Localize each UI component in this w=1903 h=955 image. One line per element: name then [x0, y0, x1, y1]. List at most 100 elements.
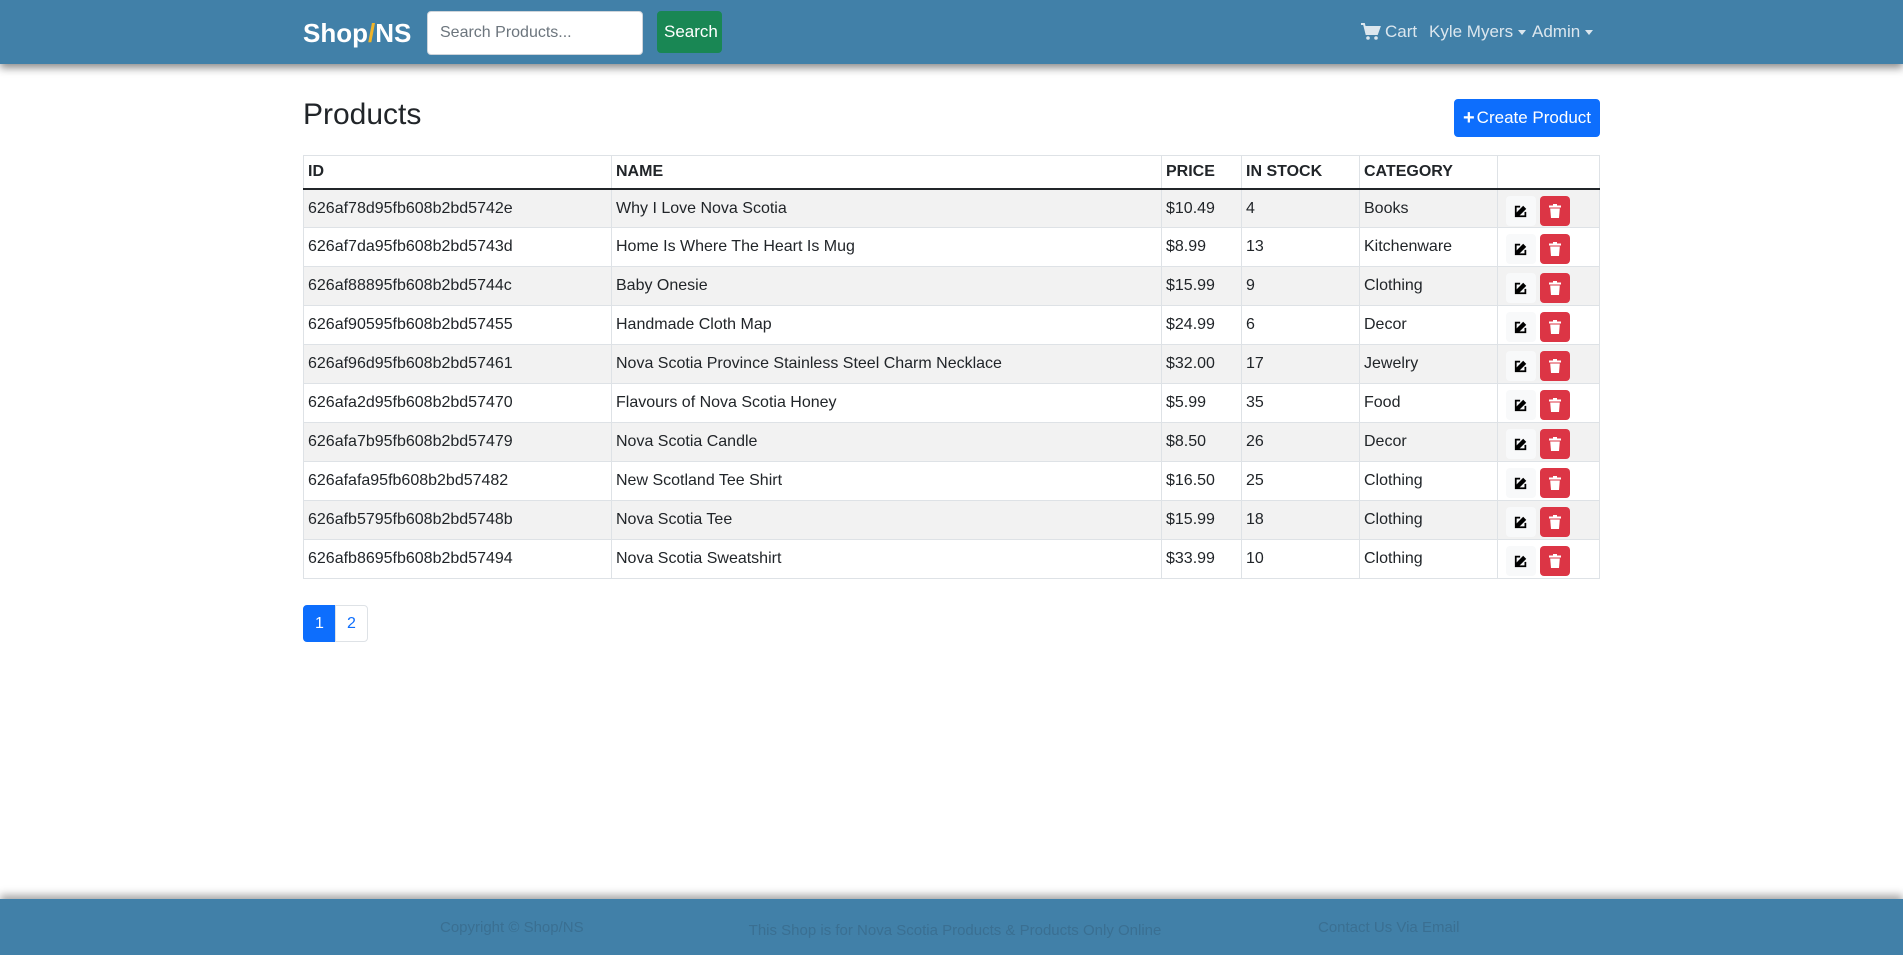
admin-label: Admin: [1532, 22, 1581, 41]
edit-icon: [1514, 360, 1527, 373]
brand-suffix: NS: [375, 18, 412, 48]
footer-copyright: Copyright © Shop/NS: [440, 919, 584, 936]
delete-button[interactable]: [1540, 429, 1570, 459]
delete-button[interactable]: [1540, 195, 1570, 226]
table-row: 626afa2d95fb608b2bd57470 Flavours of Nova…: [303, 383, 1600, 423]
column-header-name: NAME: [611, 155, 1162, 190]
cart-link[interactable]: Cart: [1361, 22, 1417, 42]
cell-category: Jewelry: [1359, 344, 1498, 384]
cell-category: Kitchenware: [1359, 227, 1498, 267]
brand-prefix: Shop: [303, 18, 368, 48]
cell-category: Decor: [1359, 422, 1498, 462]
cell-price: $8.99: [1161, 227, 1242, 267]
cell-name: Flavours of Nova Scotia Honey: [611, 383, 1162, 423]
trash-icon: [1549, 359, 1561, 373]
navbar: Shop/NS Search Cart Kyle Myers Admin: [0, 0, 1903, 64]
column-header-id: ID: [303, 155, 612, 190]
cell-id: 626af7da95fb608b2bd5743d: [303, 227, 612, 267]
search-input[interactable]: [427, 11, 643, 55]
edit-button[interactable]: [1506, 468, 1536, 498]
trash-icon: [1549, 203, 1561, 218]
cell-id: 626af78d95fb608b2bd5742e: [303, 188, 612, 228]
edit-button[interactable]: [1506, 390, 1536, 420]
edit-button[interactable]: [1506, 273, 1536, 303]
brand-logo[interactable]: Shop/NS: [303, 17, 411, 49]
delete-button[interactable]: [1540, 468, 1570, 498]
cell-name: Nova Scotia Province Stainless Steel Cha…: [611, 344, 1162, 384]
cell-price: $16.50: [1161, 461, 1242, 501]
table-row: 626af78d95fb608b2bd5742e Why I Love Nova …: [303, 188, 1600, 228]
cell-actions: [1497, 422, 1600, 462]
edit-button[interactable]: [1506, 429, 1536, 459]
trash-icon: [1549, 320, 1561, 334]
cell-name: Baby Onesie: [611, 266, 1162, 306]
edit-button[interactable]: [1506, 351, 1536, 381]
cart-label: Cart: [1385, 22, 1418, 41]
cell-in-stock: 6: [1241, 305, 1360, 345]
edit-icon: [1514, 555, 1527, 568]
cell-id: 626af88895fb608b2bd5744c: [303, 266, 612, 306]
create-product-label: Create Product: [1476, 108, 1592, 127]
user-label: Kyle Myers: [1429, 22, 1514, 41]
cell-id: 626afb5795fb608b2bd5748b: [303, 500, 612, 540]
cell-id: 626afa7b95fb608b2bd57479: [303, 422, 612, 462]
cell-category: Food: [1359, 383, 1498, 423]
edit-button[interactable]: [1506, 195, 1536, 226]
edit-button[interactable]: [1506, 312, 1536, 342]
footer-contact-link[interactable]: Contact Us Via Email: [1318, 919, 1459, 936]
cell-name: New Scotland Tee Shirt: [611, 461, 1162, 501]
page-link-2[interactable]: 2: [335, 605, 368, 642]
delete-button[interactable]: [1540, 351, 1570, 381]
delete-button[interactable]: [1540, 312, 1570, 342]
cell-price: $33.99: [1161, 539, 1242, 579]
cell-in-stock: 9: [1241, 266, 1360, 306]
search-button[interactable]: Search: [657, 11, 722, 53]
cell-price: $15.99: [1161, 500, 1242, 540]
cell-actions: [1497, 539, 1600, 579]
user-dropdown[interactable]: Kyle Myers: [1429, 22, 1527, 42]
cell-in-stock: 25: [1241, 461, 1360, 501]
cell-price: $10.49: [1161, 188, 1242, 228]
cell-id: 626af96d95fb608b2bd57461: [303, 344, 612, 384]
delete-button[interactable]: [1540, 507, 1570, 537]
cell-name: Handmade Cloth Map: [611, 305, 1162, 345]
column-header-in-stock: IN STOCK: [1241, 155, 1360, 190]
edit-icon: [1514, 282, 1527, 295]
admin-dropdown[interactable]: Admin: [1532, 22, 1594, 42]
pagination: 1 2: [303, 605, 368, 642]
trash-icon: [1549, 476, 1561, 490]
cell-name: Why I Love Nova Scotia: [611, 188, 1162, 228]
delete-button[interactable]: [1540, 234, 1570, 264]
column-header-category: CATEGORY: [1359, 155, 1498, 190]
edit-button[interactable]: [1506, 546, 1536, 576]
cell-id: 626af90595fb608b2bd57455: [303, 305, 612, 345]
delete-button[interactable]: [1540, 546, 1570, 576]
cell-actions: [1497, 461, 1600, 501]
trash-icon: [1549, 398, 1561, 412]
table-row: 626afafa95fb608b2bd57482 New Scotland Tee…: [303, 461, 1600, 501]
cell-in-stock: 35: [1241, 383, 1360, 423]
delete-button[interactable]: [1540, 390, 1570, 420]
edit-button[interactable]: [1506, 234, 1536, 264]
trash-icon: [1549, 281, 1561, 295]
edit-icon: [1514, 399, 1527, 412]
edit-icon: [1514, 205, 1527, 217]
cart-icon: [1361, 23, 1381, 40]
cell-in-stock: 4: [1241, 188, 1360, 228]
cell-name: Nova Scotia Sweatshirt: [611, 539, 1162, 579]
page-link-1[interactable]: 1: [303, 605, 336, 642]
table-row: 626af88895fb608b2bd5744c Baby Onesie $15.9…: [303, 266, 1600, 306]
table-row: 626afb8695fb608b2bd57494 Nova Scotia Swea…: [303, 539, 1600, 579]
cell-price: $15.99: [1161, 266, 1242, 306]
create-product-button[interactable]: + Create Product: [1454, 99, 1600, 137]
cell-category: Books: [1359, 188, 1498, 228]
edit-button[interactable]: [1506, 507, 1536, 537]
delete-button[interactable]: [1540, 273, 1570, 303]
cell-id: 626afafa95fb608b2bd57482: [303, 461, 612, 501]
edit-icon: [1514, 477, 1527, 490]
plus-icon: +: [1462, 107, 1475, 129]
cell-id: 626afa2d95fb608b2bd57470: [303, 383, 612, 423]
edit-icon: [1514, 321, 1527, 334]
cell-price: $32.00: [1161, 344, 1242, 384]
chevron-down-icon: [1585, 29, 1594, 35]
